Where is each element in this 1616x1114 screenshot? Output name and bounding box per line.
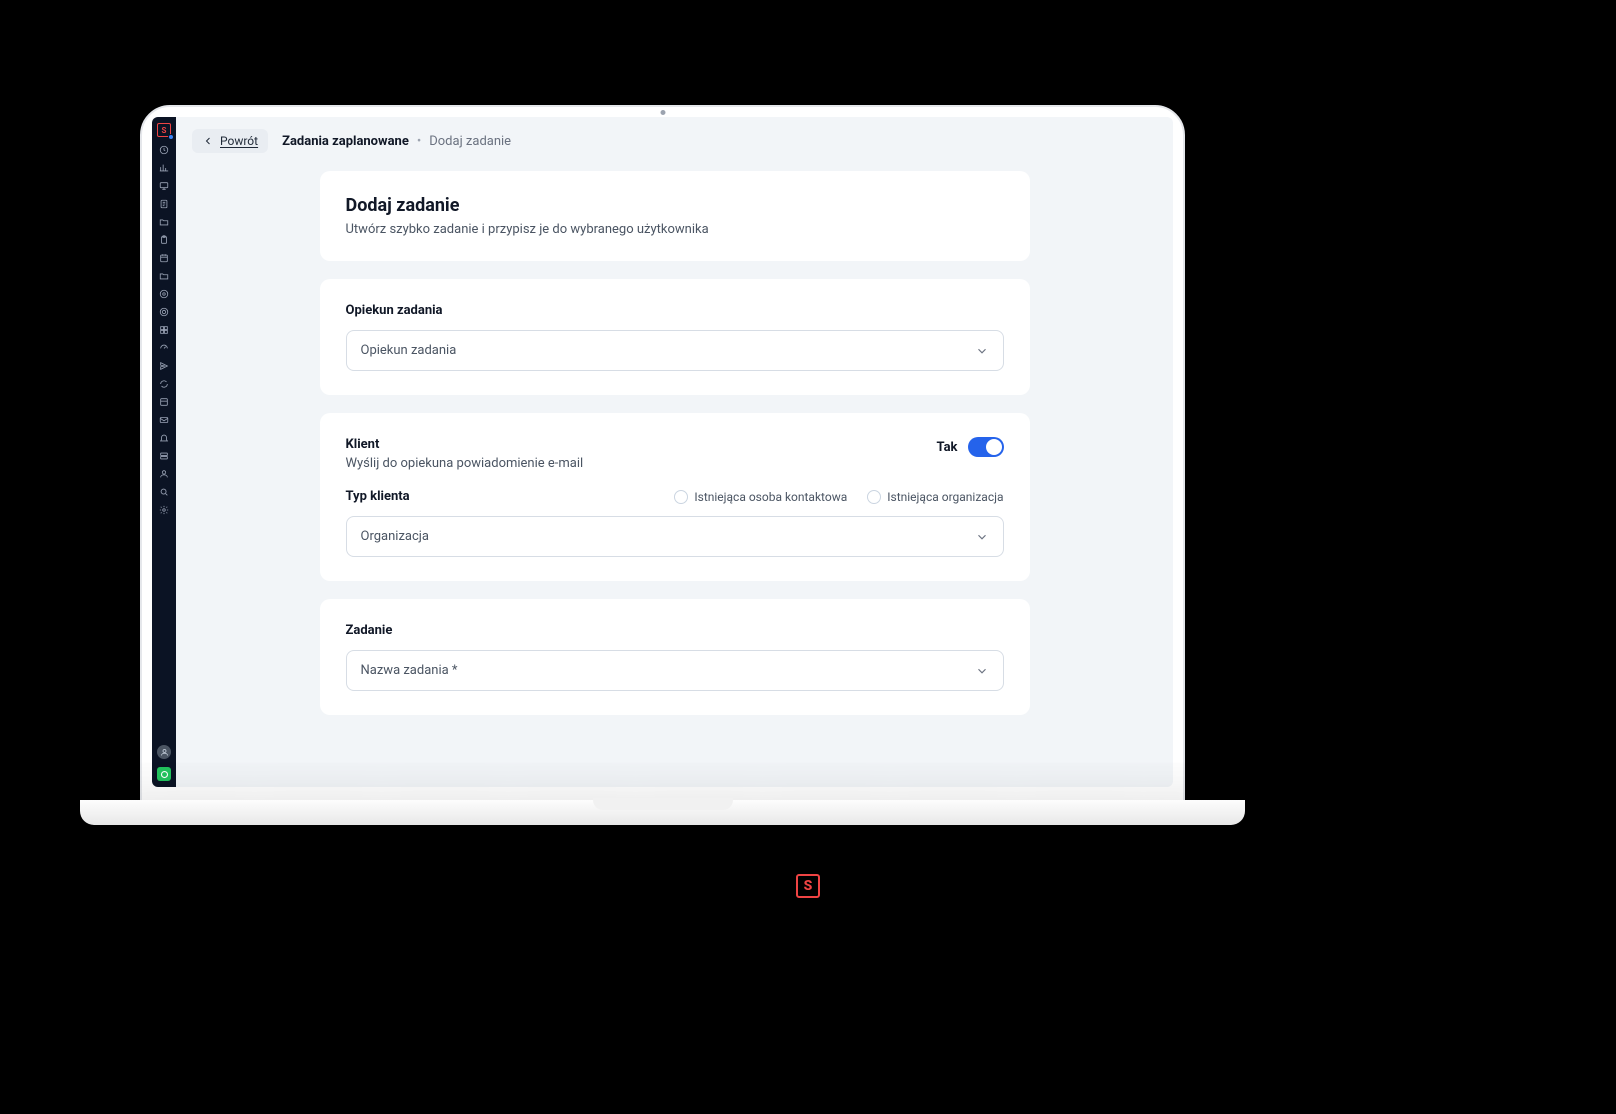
arrow-left-icon (202, 135, 214, 147)
app-logo[interactable] (157, 123, 171, 137)
breadcrumb-current: Dodaj zadanie (429, 134, 511, 149)
radio-org-label: Istniejąca organizacja (887, 490, 1003, 504)
page-title: Dodaj zadanie (346, 195, 1004, 216)
notify-toggle[interactable] (968, 437, 1004, 457)
search-icon[interactable] (159, 487, 169, 497)
scroll-area[interactable]: Dodaj zadanie Utwórz szybko zadanie i pr… (176, 163, 1173, 787)
client-notify-label: Wyślij do opiekuna powiadomienie e-mail (346, 456, 584, 471)
panel-task: Zadanie Nazwa zadania * (320, 599, 1030, 715)
refresh-icon[interactable] (159, 379, 169, 389)
brand-logo: S (796, 874, 820, 898)
grid-icon[interactable] (159, 325, 169, 335)
laptop-base (80, 800, 1245, 825)
sidebar (152, 117, 176, 787)
folder2-icon[interactable] (159, 271, 169, 281)
radio-circle-icon (867, 490, 881, 504)
breadcrumb-sep: • (417, 134, 421, 149)
client-type-select[interactable]: Organizacja (346, 516, 1004, 557)
at-icon[interactable] (159, 289, 169, 299)
mail-icon[interactable] (159, 415, 169, 425)
camera-dot (660, 110, 665, 115)
back-button[interactable]: Powrót (192, 129, 268, 153)
layout-icon[interactable] (159, 397, 169, 407)
clock-icon[interactable] (159, 145, 169, 155)
main-content: Powrót Zadania zaplanowane • Dodaj zadan… (176, 117, 1173, 787)
radio-existing-contact[interactable]: Istniejąca osoba kontaktowa (674, 490, 847, 504)
task-label: Zadanie (346, 623, 1004, 638)
notification-dot-icon (168, 134, 174, 140)
gear-icon[interactable] (159, 505, 169, 515)
breadcrumb: Zadania zaplanowane • Dodaj zadanie (282, 134, 511, 149)
caretaker-select-placeholder: Opiekun zadania (361, 343, 457, 358)
document-icon[interactable] (159, 199, 169, 209)
radio-circle-icon (674, 490, 688, 504)
user-icon[interactable] (159, 469, 169, 479)
toggle-label: Tak (936, 440, 957, 455)
breadcrumb-root[interactable]: Zadania zaplanowane (282, 134, 409, 149)
send-icon[interactable] (159, 361, 169, 371)
chart-icon[interactable] (159, 163, 169, 173)
dashboard-icon[interactable] (159, 343, 169, 353)
panel-header: Dodaj zadanie Utwórz szybko zadanie i pr… (320, 171, 1030, 261)
avatar[interactable] (157, 745, 171, 759)
laptop-frame: Powrót Zadania zaplanowane • Dodaj zadan… (140, 105, 1185, 805)
clipboard-icon[interactable] (159, 235, 169, 245)
client-type-value: Organizacja (361, 529, 429, 544)
app-screen: Powrót Zadania zaplanowane • Dodaj zadan… (152, 117, 1173, 787)
caretaker-label: Opiekun zadania (346, 303, 1004, 318)
monitor-icon[interactable] (159, 181, 169, 191)
page-subtitle: Utwórz szybko zadanie i przypisz je do w… (346, 222, 1004, 237)
status-icon[interactable] (157, 767, 171, 781)
client-label: Klient (346, 437, 584, 452)
radio-contact-label: Istniejąca osoba kontaktowa (694, 490, 847, 504)
server-icon[interactable] (159, 451, 169, 461)
panel-caretaker: Opiekun zadania Opiekun zadania (320, 279, 1030, 395)
radio-existing-org[interactable]: Istniejąca organizacja (867, 490, 1003, 504)
client-type-label: Typ klienta (346, 489, 410, 504)
topbar: Powrót Zadania zaplanowane • Dodaj zadan… (176, 117, 1173, 163)
panel-client: Klient Wyślij do opiekuna powiadomienie … (320, 413, 1030, 581)
task-name-select[interactable]: Nazwa zadania * (346, 650, 1004, 691)
chevron-down-icon (975, 664, 989, 678)
client-type-radio-group: Istniejąca osoba kontaktowa Istniejąca o… (674, 490, 1003, 504)
bell-icon[interactable] (159, 433, 169, 443)
chevron-down-icon (975, 530, 989, 544)
target-icon[interactable] (159, 307, 169, 317)
chevron-down-icon (975, 344, 989, 358)
folder-icon[interactable] (159, 217, 169, 227)
caretaker-select[interactable]: Opiekun zadania (346, 330, 1004, 371)
back-label: Powrót (220, 134, 258, 148)
laptop-notch (593, 798, 733, 810)
calendar-icon[interactable] (159, 253, 169, 263)
task-name-placeholder: Nazwa zadania * (361, 663, 458, 678)
